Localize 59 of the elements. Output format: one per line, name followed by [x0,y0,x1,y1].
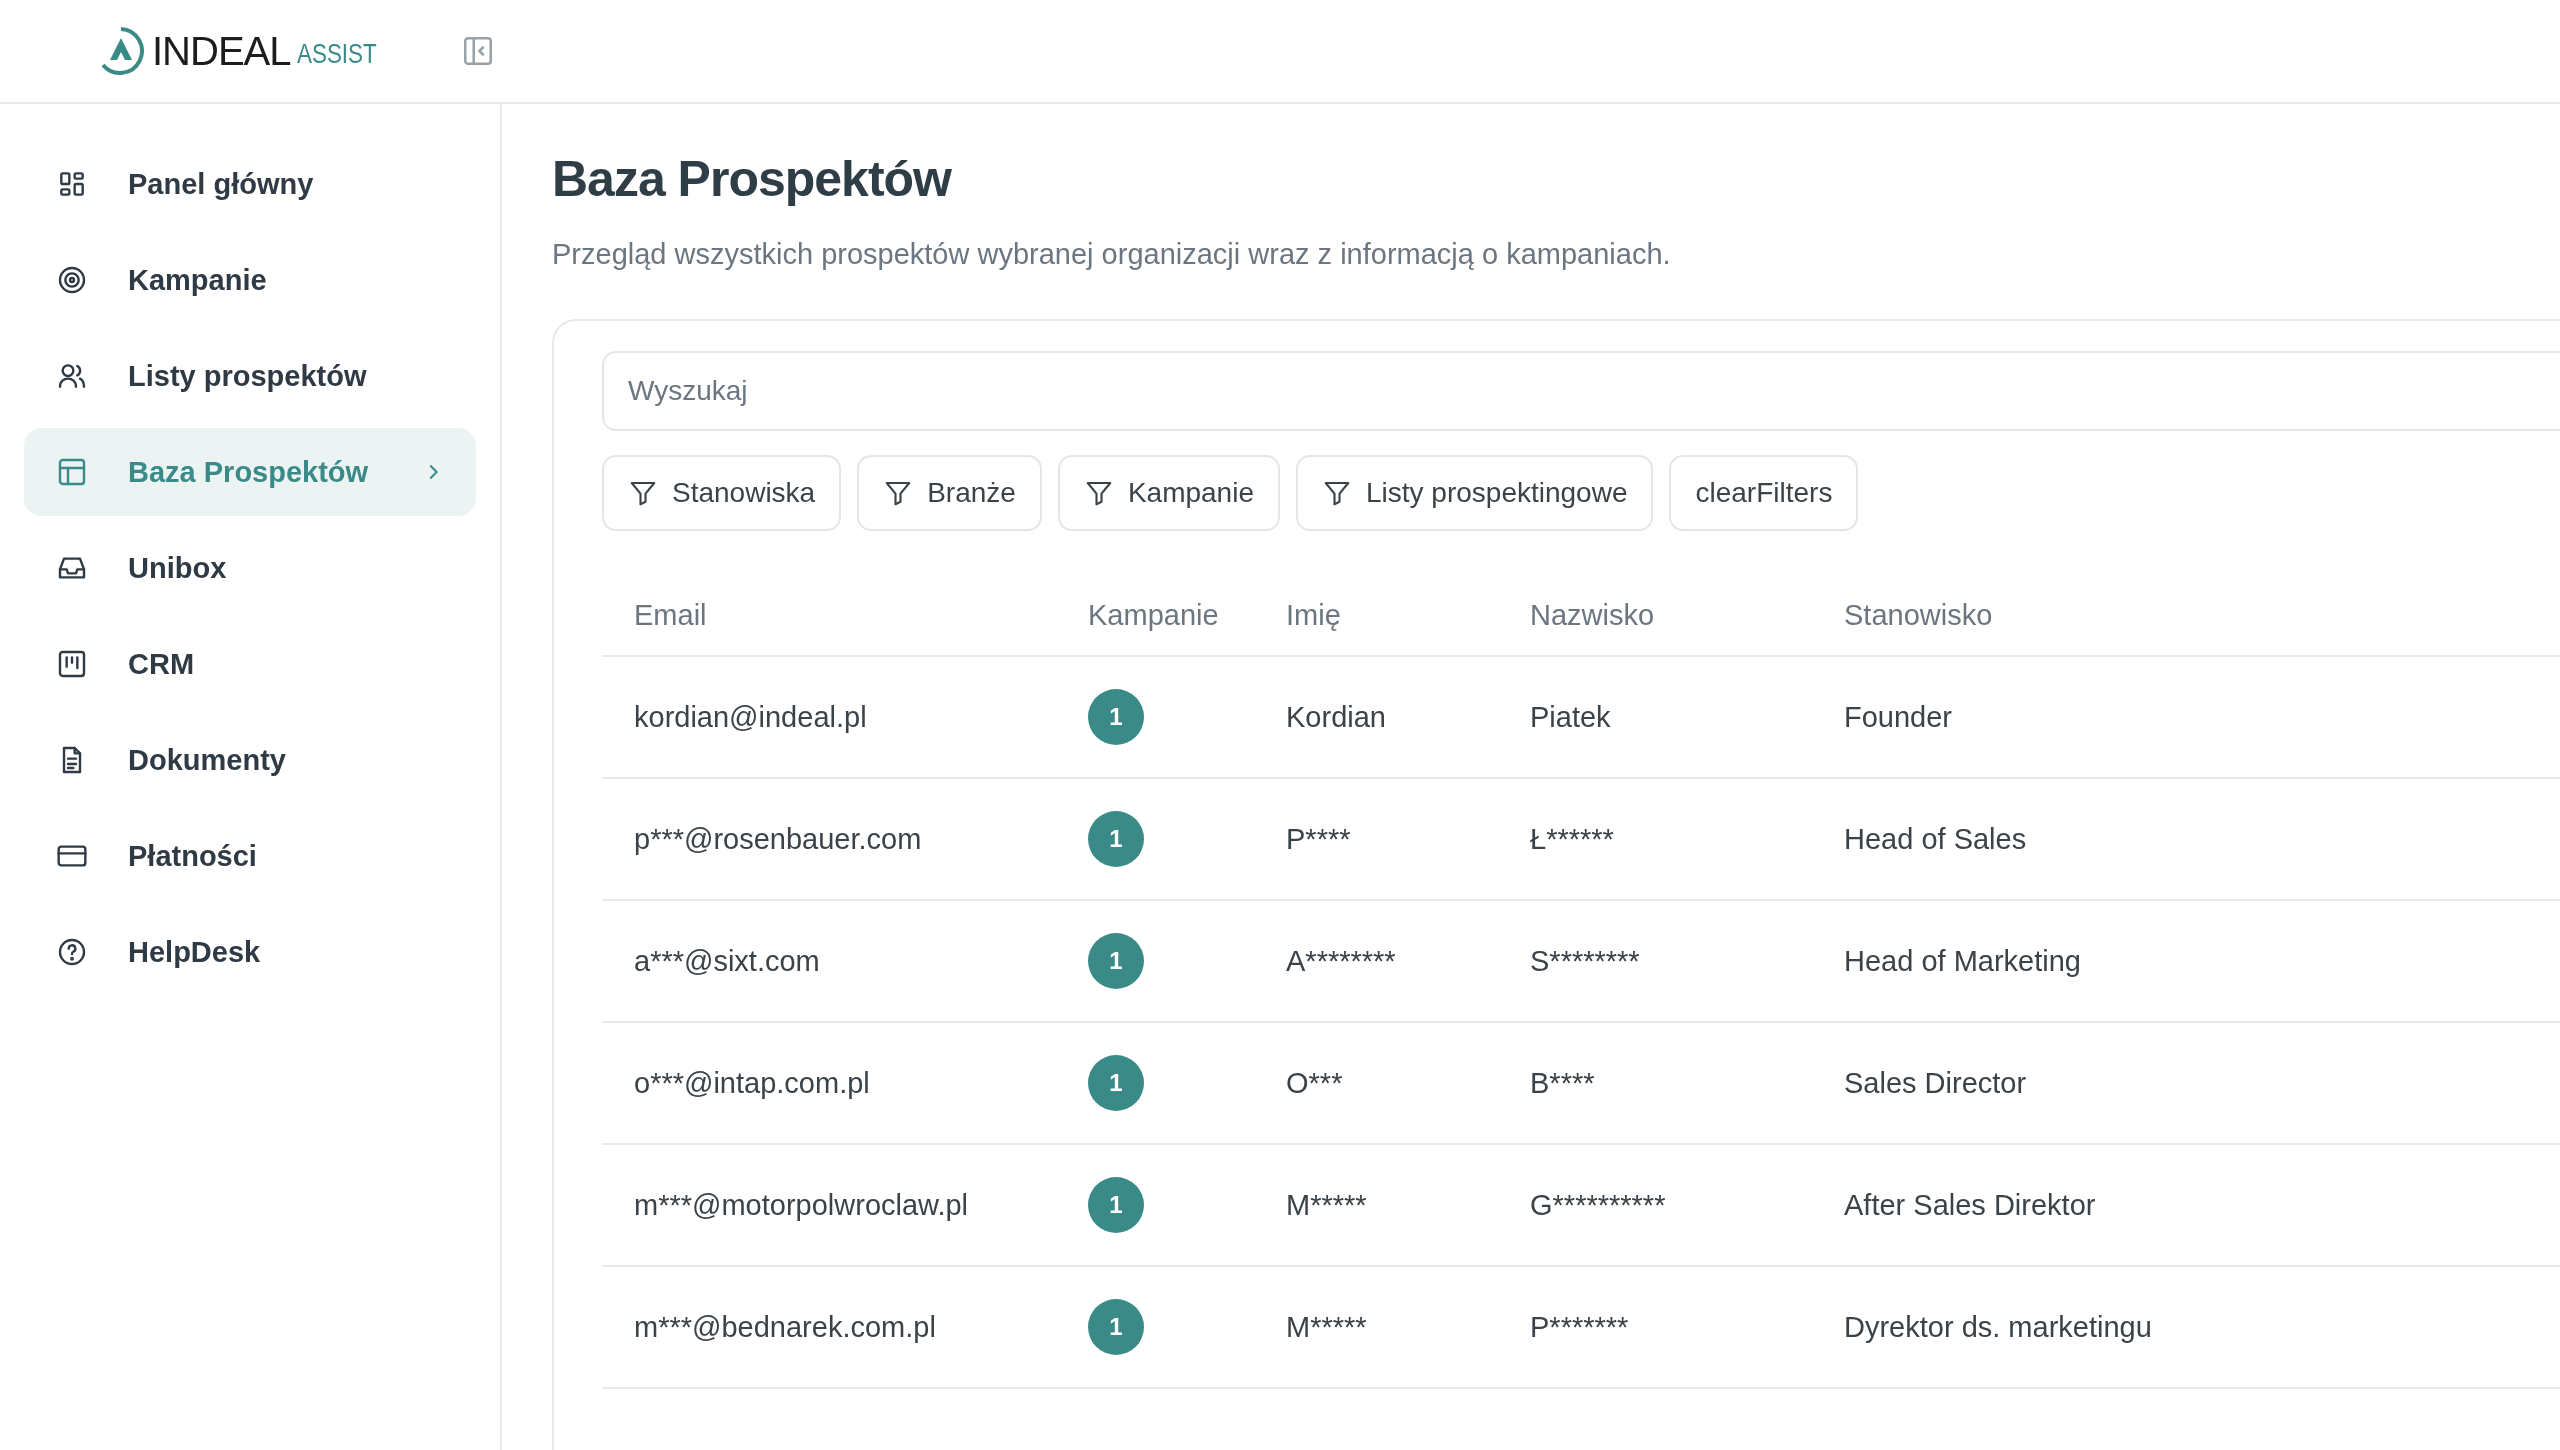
logo-subtext: ASSIST [296,38,377,70]
table-cell: M***** [1286,1188,1367,1221]
column-header[interactable]: Nazwisko [1530,598,1655,631]
sidebar-item[interactable]: Baza Prospektów [24,428,476,516]
table-cell: P**** [1286,822,1351,855]
table-cell: Sales Director [1844,1066,2027,1099]
page-title: Baza Prospektów [552,150,953,208]
table-cell: Founder [1844,700,1952,733]
table-cell: kordian@indeal.pl [634,700,867,733]
sidebar-item[interactable]: Panel główny [24,140,476,228]
table-cell: O*** [1286,1066,1343,1099]
campaign-count-badge: 1 [1088,1299,1144,1355]
column-header[interactable]: Imię [1286,598,1341,631]
table-cell: Dyrektor ds. marketingu [1844,1310,2152,1343]
campaign-count-badge: 1 [1088,933,1144,989]
table-cell: m***@bednarek.com.pl [634,1310,936,1343]
search-field[interactable]: Wyszukaj [602,351,2560,431]
campaign-count-badge: 1 [1088,689,1144,745]
campaign-count-badge: 1 [1088,1055,1144,1111]
help-icon [56,936,88,968]
table-cell: P******* [1530,1310,1629,1343]
filter-button[interactable]: Kampanie [1057,455,1280,531]
table-cell: p***@rosenbauer.com [634,822,922,855]
kanban-icon [56,648,88,680]
sidebar-item[interactable]: Listy prospektów [24,332,476,420]
table-cell: S******** [1530,944,1640,977]
sidebar-item[interactable]: HelpDesk [24,908,476,996]
logo-text: INDEAL [152,28,291,74]
filter-button[interactable]: Branże [857,455,1042,531]
filter-button[interactable]: Listy prospektingowe [1296,455,1654,531]
table-cell: A******** [1286,944,1396,977]
page-subtitle: Przegląd wszystkich prospektów wybranej organizacji wraz z informacją o kampaniach. [552,238,1672,271]
campaign-count-badge: 1 [1088,811,1144,867]
table-cell: Kordian [1286,700,1386,733]
column-header[interactable]: Stanowisko [1844,598,1993,631]
sidebar-item[interactable]: Dokumenty [24,716,476,804]
table-cell: Head of Marketing [1844,944,2081,977]
table-cell: After Sales Direktor [1844,1188,2096,1221]
table-cell: a***@sixt.com [634,944,820,977]
sidebar-item[interactable]: CRM [24,620,476,708]
sidebar-item[interactable]: Unibox [24,524,476,612]
table-cell: o***@intap.com.pl [634,1066,870,1099]
sidebar-item[interactable]: Płatności [24,812,476,900]
filter-button[interactable]: Stanowiska [602,455,842,531]
sidebar-item[interactable]: Kampanie [24,236,476,324]
target-icon [56,264,88,296]
collapse-sidebar-icon[interactable] [461,34,495,68]
table-cell: Ł****** [1530,822,1614,855]
column-header[interactable]: Email [634,598,707,631]
table-cell: Head of Sales [1844,822,2027,855]
table-icon [56,456,88,488]
table-cell: m***@motorpolwroclaw.pl [634,1188,969,1221]
table-cell: Piatek [1530,700,1611,733]
table-cell: B**** [1530,1066,1595,1099]
table-cell: G********** [1530,1188,1666,1221]
campaign-count-badge: 1 [1088,1177,1144,1233]
column-header[interactable]: Kampanie [1088,598,1219,631]
clear-filters-button[interactable]: clearFilters [1669,455,1859,531]
table-cell: M***** [1286,1310,1367,1343]
